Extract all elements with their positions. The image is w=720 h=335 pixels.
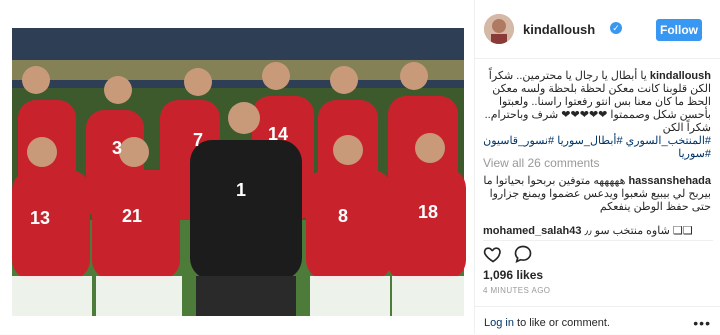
heart-icon[interactable] <box>483 244 503 264</box>
caption-block: kindalloush يا أبطال يا رجال يا محترمين.… <box>483 70 711 161</box>
jersey-number: 18 <box>418 202 438 222</box>
login-prompt: Log in to like or comment. <box>484 317 610 329</box>
jersey-number: 8 <box>338 206 348 226</box>
instagram-post-card: 3 7 14 1 13 21 8 18 kindalloush ✓ Follow… <box>0 0 720 334</box>
comment: mohamed_salah43 شاوه منتخب سو ٫٫ ❑❑ <box>483 224 711 237</box>
jersey-number: 7 <box>193 130 203 150</box>
follow-button[interactable]: Follow <box>656 19 702 41</box>
post-photo[interactable]: 3 7 14 1 13 21 8 18 <box>0 0 474 334</box>
comment-icon[interactable] <box>513 244 533 264</box>
login-prompt-text: to like or comment. <box>513 317 610 329</box>
verified-badge-icon: ✓ <box>610 22 622 34</box>
caption: kindalloush يا أبطال يا رجال يا محترمين.… <box>483 70 711 161</box>
jersey-number: 21 <box>122 206 142 226</box>
like-count[interactable]: 1,096 likes <box>483 268 543 282</box>
jersey-number: 1 <box>236 180 246 200</box>
team-photo: 3 7 14 1 13 21 8 18 <box>12 28 466 316</box>
comment-text: شاوه منتخب سو ٫٫ ❑❑ <box>584 225 693 237</box>
login-footer: Log in to like or comment. ••• <box>475 306 720 335</box>
view-all-comments-link[interactable]: View all 26 comments <box>483 156 600 170</box>
comment-username[interactable]: hassanshehada <box>628 175 711 187</box>
caption-username[interactable]: kindalloush <box>650 70 711 82</box>
jersey-number: 14 <box>268 124 288 144</box>
jersey-number: 13 <box>30 208 50 228</box>
avatar[interactable] <box>484 14 514 44</box>
more-icon[interactable]: ••• <box>693 315 711 331</box>
post-header: kindalloush ✓ Follow <box>475 0 720 59</box>
comment: hassanshehada هههههه متوفين بربحوا بحيات… <box>483 175 711 214</box>
post-timestamp: 4 MINUTES AGO <box>483 286 551 295</box>
action-bar <box>483 240 713 265</box>
post-sidebar: kindalloush ✓ Follow kindalloush يا أبطا… <box>474 0 720 334</box>
avatar-image <box>484 14 514 44</box>
comment-username[interactable]: mohamed_salah43 <box>483 225 581 237</box>
jersey-number: 3 <box>112 138 122 158</box>
username[interactable]: kindalloush <box>523 22 595 37</box>
login-link[interactable]: Log in <box>484 317 514 329</box>
